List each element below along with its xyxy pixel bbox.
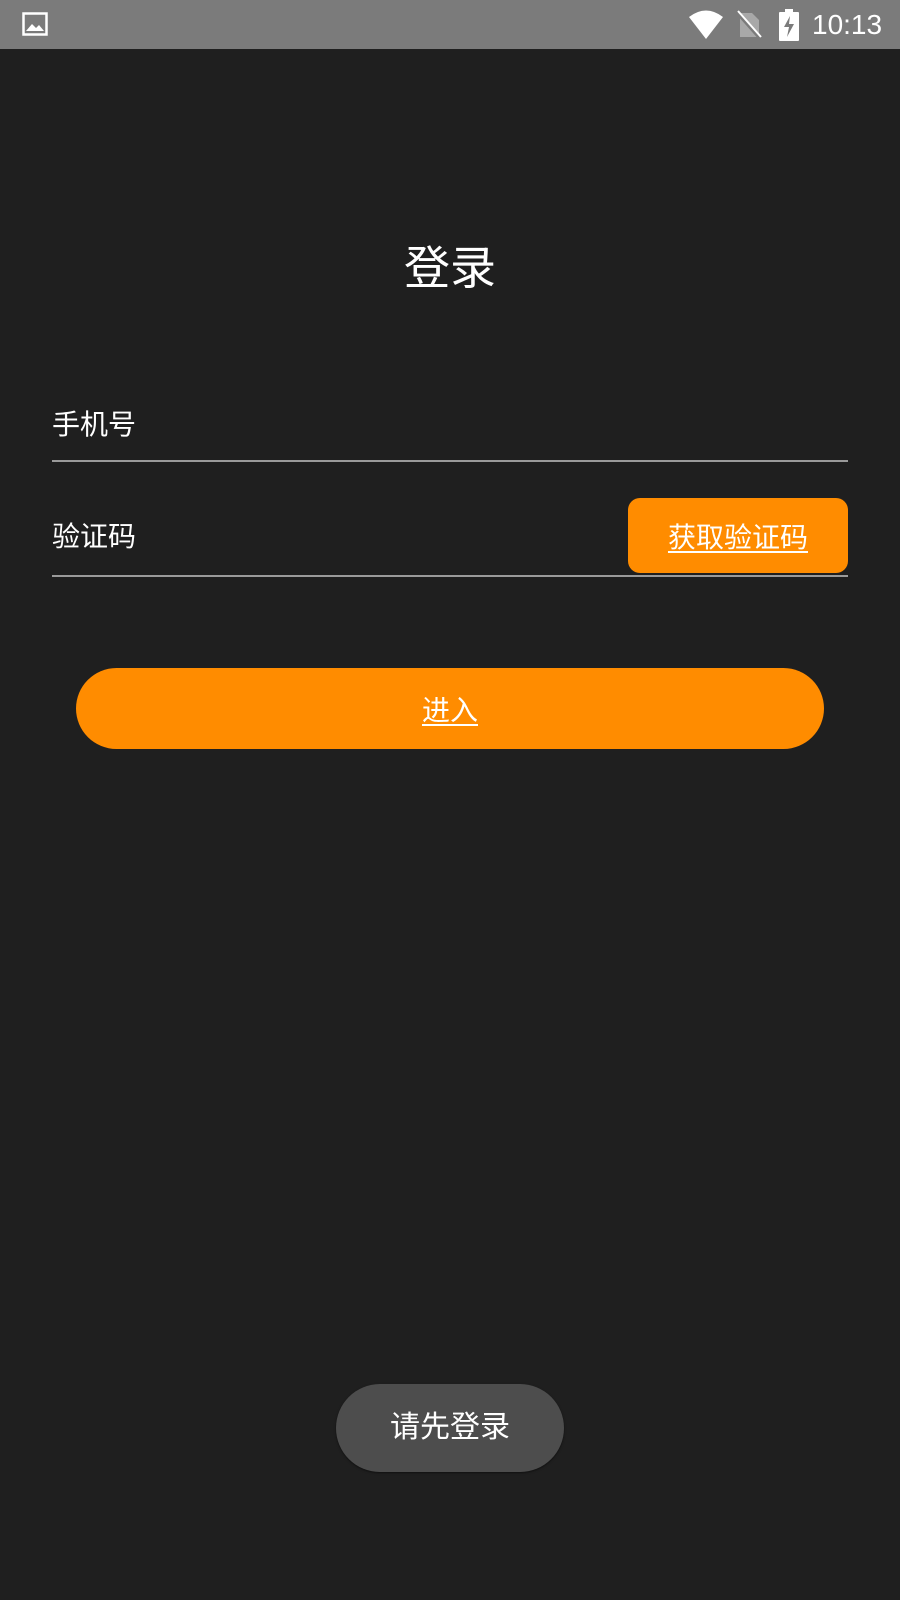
enter-button[interactable]: 进入	[76, 668, 824, 749]
wifi-icon	[689, 10, 723, 39]
verification-code-input[interactable]	[52, 496, 612, 576]
status-clock: 10:13	[812, 9, 883, 40]
toast-message: 请先登录	[336, 1384, 564, 1472]
code-field-row: 获取验证码	[52, 496, 848, 577]
no-sim-icon	[736, 10, 762, 40]
phone-field-row	[52, 388, 848, 462]
phone-input[interactable]	[52, 392, 848, 456]
gallery-icon	[22, 12, 48, 36]
page-title: 登录	[404, 241, 496, 295]
battery-charging-icon	[779, 9, 799, 41]
login-screen: 10:13 登录 获取验证码 进入 请先登录	[0, 0, 900, 1600]
status-bar: 10:13	[0, 0, 900, 49]
get-code-button[interactable]: 获取验证码	[628, 498, 848, 573]
